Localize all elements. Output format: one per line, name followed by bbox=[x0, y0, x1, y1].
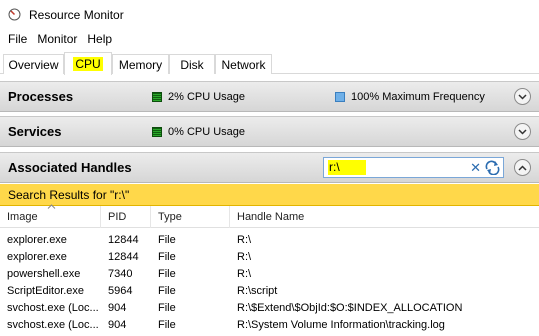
cell-handle-name: R:\script bbox=[237, 285, 278, 297]
table-row[interactable]: svchost.exe (Loc... 904 File R:\System V… bbox=[0, 317, 539, 334]
cpu-usage-swatch bbox=[152, 91, 162, 102]
frequency-legend: 100% Maximum Frequency bbox=[335, 91, 485, 103]
table-row[interactable]: svchost.exe (Loc... 904 File R:\$Extend\… bbox=[0, 300, 539, 317]
cell-pid: 904 bbox=[108, 302, 127, 314]
table-row[interactable]: explorer.exe 12844 File R:\ bbox=[0, 232, 539, 249]
services-cpu-legend: 0% CPU Usage bbox=[152, 126, 245, 138]
cell-pid: 12844 bbox=[108, 251, 139, 263]
column-header-image[interactable]: Image bbox=[0, 206, 101, 228]
tab-network-label: Network bbox=[221, 57, 266, 72]
column-header-pid[interactable]: PID bbox=[101, 206, 151, 228]
search-results-label: Search Results for "r:\" bbox=[8, 187, 130, 202]
tab-memory-label: Memory bbox=[118, 57, 163, 72]
tab-cpu-label: CPU bbox=[73, 57, 103, 71]
cell-type: File bbox=[158, 302, 176, 314]
cell-image: powershell.exe bbox=[7, 268, 81, 280]
cell-handle-name: R:\$Extend\$ObjId:$O:$INDEX_ALLOCATION bbox=[237, 302, 463, 314]
column-header-type[interactable]: Type bbox=[151, 206, 230, 228]
cpu-usage-legend: 2% CPU Usage bbox=[152, 91, 245, 103]
processes-cpu-usage: 2% CPU Usage bbox=[168, 90, 246, 103]
handles-table: Image PID Type Handle Name explorer.exe … bbox=[0, 204, 539, 336]
table-row[interactable]: explorer.exe 12844 File R:\ bbox=[0, 249, 539, 266]
menu-file[interactable]: File bbox=[4, 32, 31, 46]
resource-monitor-icon bbox=[8, 8, 21, 21]
cell-type: File bbox=[158, 268, 176, 280]
table-row[interactable]: ScriptEditor.exe 5964 File R:\script bbox=[0, 283, 539, 300]
tab-disk-label: Disk bbox=[180, 57, 204, 72]
services-section-header[interactable]: Services 0% CPU Usage bbox=[0, 116, 539, 147]
refresh-search-icon[interactable] bbox=[485, 160, 500, 176]
cell-pid: 7340 bbox=[108, 268, 133, 280]
tab-strip: Overview CPU Memory Disk Network bbox=[0, 52, 539, 75]
chevron-down-icon[interactable] bbox=[514, 123, 531, 140]
frequency-swatch bbox=[335, 91, 345, 102]
chevron-down-icon[interactable] bbox=[514, 88, 531, 105]
handles-section-header[interactable]: Associated Handles r:\ ✕ bbox=[0, 152, 539, 183]
processes-title: Processes bbox=[8, 89, 74, 104]
tab-disk[interactable]: Disk bbox=[169, 54, 215, 74]
cell-image: ScriptEditor.exe bbox=[7, 285, 85, 297]
handles-title: Associated Handles bbox=[8, 160, 132, 175]
cell-image: explorer.exe bbox=[7, 234, 67, 246]
cell-pid: 5964 bbox=[108, 285, 133, 297]
cell-type: File bbox=[158, 319, 176, 331]
cell-type: File bbox=[158, 285, 176, 297]
column-header-handle-name[interactable]: Handle Name bbox=[230, 206, 539, 228]
menu-monitor[interactable]: Monitor bbox=[33, 32, 81, 46]
close-icon[interactable]: ✕ bbox=[470, 161, 481, 174]
cell-handle-name: R:\ bbox=[237, 268, 252, 280]
menu-help[interactable]: Help bbox=[83, 32, 116, 46]
tab-memory[interactable]: Memory bbox=[112, 54, 169, 74]
processes-section-header[interactable]: Processes 2% CPU Usage 100% Maximum Freq… bbox=[0, 81, 539, 112]
table-row[interactable]: powershell.exe 7340 File R:\ bbox=[0, 266, 539, 283]
handles-table-header: Image PID Type Handle Name bbox=[0, 204, 539, 228]
cell-pid: 904 bbox=[108, 319, 127, 331]
tab-overview-label: Overview bbox=[8, 57, 59, 72]
cell-handle-name: R:\ bbox=[237, 234, 252, 246]
cell-image: explorer.exe bbox=[7, 251, 67, 263]
processes-max-frequency: 100% Maximum Frequency bbox=[351, 90, 485, 103]
services-title: Services bbox=[8, 124, 62, 139]
search-results-bar: Search Results for "r:\" bbox=[0, 184, 539, 206]
cell-pid: 12844 bbox=[108, 234, 139, 246]
tab-cpu[interactable]: CPU bbox=[64, 52, 112, 75]
services-cpu-swatch bbox=[152, 126, 162, 137]
menu-bar: File Monitor Help bbox=[0, 29, 118, 49]
title-bar: Resource Monitor bbox=[0, 0, 539, 29]
cell-handle-name: R:\System Volume Information\tracking.lo… bbox=[237, 319, 445, 331]
handles-search-box[interactable]: r:\ ✕ bbox=[323, 157, 504, 178]
chevron-up-icon[interactable] bbox=[514, 159, 531, 176]
cell-type: File bbox=[158, 234, 176, 246]
cell-image: svchost.exe (Loc... bbox=[7, 302, 99, 314]
handles-search-input[interactable]: r:\ bbox=[328, 160, 366, 175]
services-cpu-usage: 0% CPU Usage bbox=[168, 125, 246, 138]
tab-overview[interactable]: Overview bbox=[3, 54, 64, 74]
cell-handle-name: R:\ bbox=[237, 251, 252, 263]
cell-image: svchost.exe (Loc... bbox=[7, 319, 99, 331]
tab-network[interactable]: Network bbox=[215, 54, 272, 74]
window-title: Resource Monitor bbox=[29, 7, 124, 22]
cell-type: File bbox=[158, 251, 176, 263]
